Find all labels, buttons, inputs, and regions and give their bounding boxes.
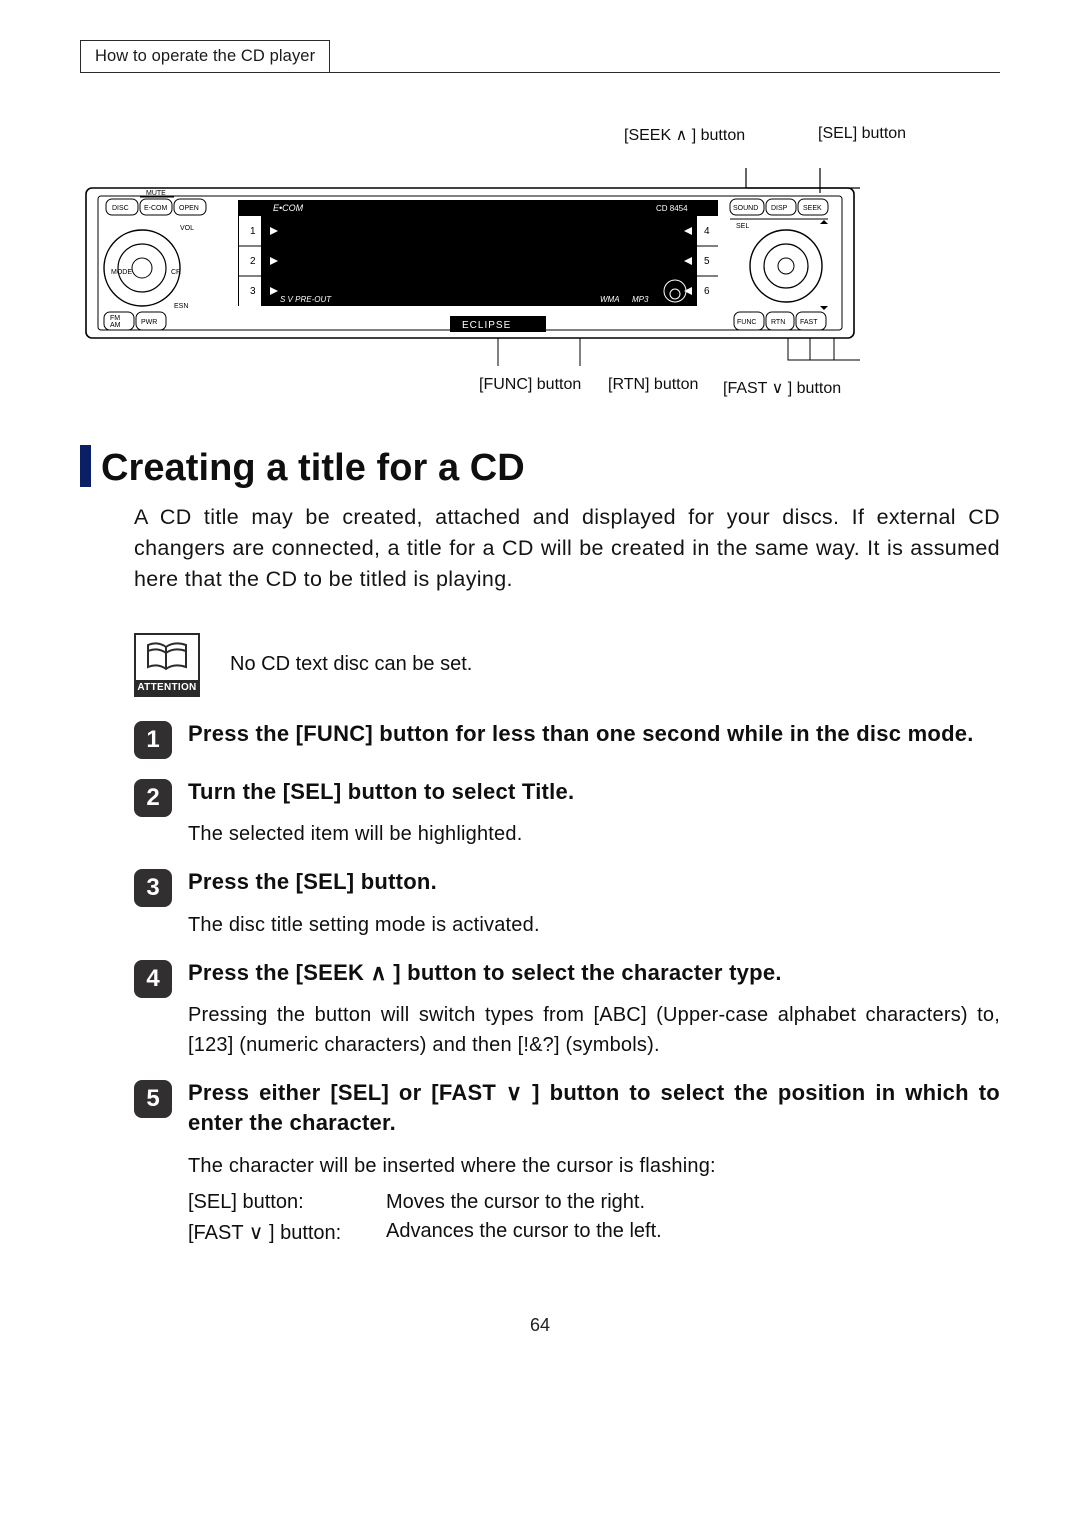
diagram-top-labels: [SEEK ∧ ] button [SEL] button [80,121,1000,167]
svg-text:4: 4 [704,226,710,237]
cursor-key: [FAST ∨ ] button: [188,1220,378,1245]
page-title: Creating a title for a CD [101,447,525,490]
attention-icon: ATTENTION [134,633,200,697]
svg-text:AM: AM [110,322,121,329]
step-note: Pressing the button will switch types fr… [188,1000,1000,1060]
svg-text:FUNC: FUNC [737,319,756,326]
step-number: 5 [134,1080,172,1118]
label-rtn: [RTN] button [608,376,698,394]
step-title: Press the [FUNC] button for less than on… [188,719,1000,749]
svg-text:1: 1 [250,226,256,237]
cursor-key: [SEL] button: [188,1191,378,1214]
section-heading: Creating a title for a CD [80,445,1000,490]
step-4: 4 Press the [SEEK ∧ ] button to select t… [134,958,1000,1060]
step-number: 2 [134,779,172,817]
step-title: Press the [SEEK ∧ ] button to select the… [188,958,1000,988]
step-note: The disc title setting mode is activated… [188,910,1000,940]
svg-text:5: 5 [704,256,710,267]
svg-text:E•COM: E•COM [273,203,304,213]
step-1: 1 Press the [FUNC] button for less than … [134,719,1000,759]
svg-text:MODE: MODE [111,269,132,276]
diagram-bottom-labels: [FUNC] button [RTN] button [FAST ∨ ] but… [80,371,1000,411]
svg-text:E-COM: E-COM [144,205,168,212]
label-fast-down: [FAST ∨ ] button [723,378,841,398]
svg-text:RTN: RTN [771,319,785,326]
label-sel: [SEL] button [818,125,906,143]
svg-text:3: 3 [250,286,256,297]
step-title: Press the [SEL] button. [188,867,1000,897]
page: How to operate the CD player [SEEK ∧ ] b… [0,0,1080,1533]
step-2: 2 Turn the [SEL] button to select Title.… [134,777,1000,849]
step-note: The selected item will be highlighted. [188,819,1000,849]
label-func: [FUNC] button [479,376,581,394]
svg-text:FM: FM [110,315,120,322]
attention-text: No CD text disc can be set. [230,653,472,676]
step-note-lead: The character will be inserted where the… [188,1151,1000,1181]
label-seek-up: [SEEK ∧ ] button [624,125,745,145]
svg-text:CD 8454: CD 8454 [656,204,688,213]
attention-label: ATTENTION [136,680,198,695]
svg-text:DISP: DISP [771,205,788,212]
step-5: 5 Press either [SEL] or [FAST ∨ ] button… [134,1078,1000,1245]
svg-text:6: 6 [704,286,710,297]
svg-text:MUTE: MUTE [146,190,166,197]
svg-text:ESN: ESN [174,303,188,310]
steps-list: 1 Press the [FUNC] button for less than … [134,719,1000,1245]
breadcrumb: How to operate the CD player [80,40,330,73]
svg-text:FAST: FAST [800,319,818,326]
svg-text:MP3: MP3 [632,295,649,304]
cursor-value: Moves the cursor to the right. [386,1191,1000,1214]
step-3: 3 Press the [SEL] button. The disc title… [134,867,1000,939]
svg-text:S V PRE-OUT: S V PRE-OUT [280,295,332,304]
step-number: 4 [134,960,172,998]
svg-text:DISC: DISC [112,205,129,212]
cursor-value: Advances the cursor to the left. [386,1220,1000,1245]
cursor-table: [SEL] button: Moves the cursor to the ri… [188,1191,1000,1245]
open-book-icon [144,641,190,677]
svg-text:SEEK: SEEK [803,205,822,212]
step-number: 3 [134,869,172,907]
step-number: 1 [134,721,172,759]
device-diagram: DISC E-COM OPEN MUTE SOUND DISP SEEK SEL [80,167,1000,369]
svg-text:WMA: WMA [600,295,620,304]
svg-text:PWR: PWR [141,319,157,326]
svg-text:SOUND: SOUND [733,205,758,212]
svg-text:VOL: VOL [180,225,194,232]
svg-text:ECLIPSE: ECLIPSE [462,320,511,331]
heading-accent-bar [80,445,91,487]
svg-text:CR: CR [171,269,181,276]
step-title: Turn the [SEL] button to select Title. [188,777,1000,807]
car-stereo-illustration: DISC E-COM OPEN MUTE SOUND DISP SEEK SEL [80,167,860,369]
svg-text:SEL: SEL [736,223,749,230]
svg-text:OPEN: OPEN [179,205,199,212]
attention-block: ATTENTION No CD text disc can be set. [134,633,1000,697]
page-number: 64 [80,1315,1000,1336]
intro-paragraph: A CD title may be created, attached and … [134,502,1000,595]
svg-text:2: 2 [250,256,256,267]
step-title: Press either [SEL] or [FAST ∨ ] button t… [188,1078,1000,1139]
